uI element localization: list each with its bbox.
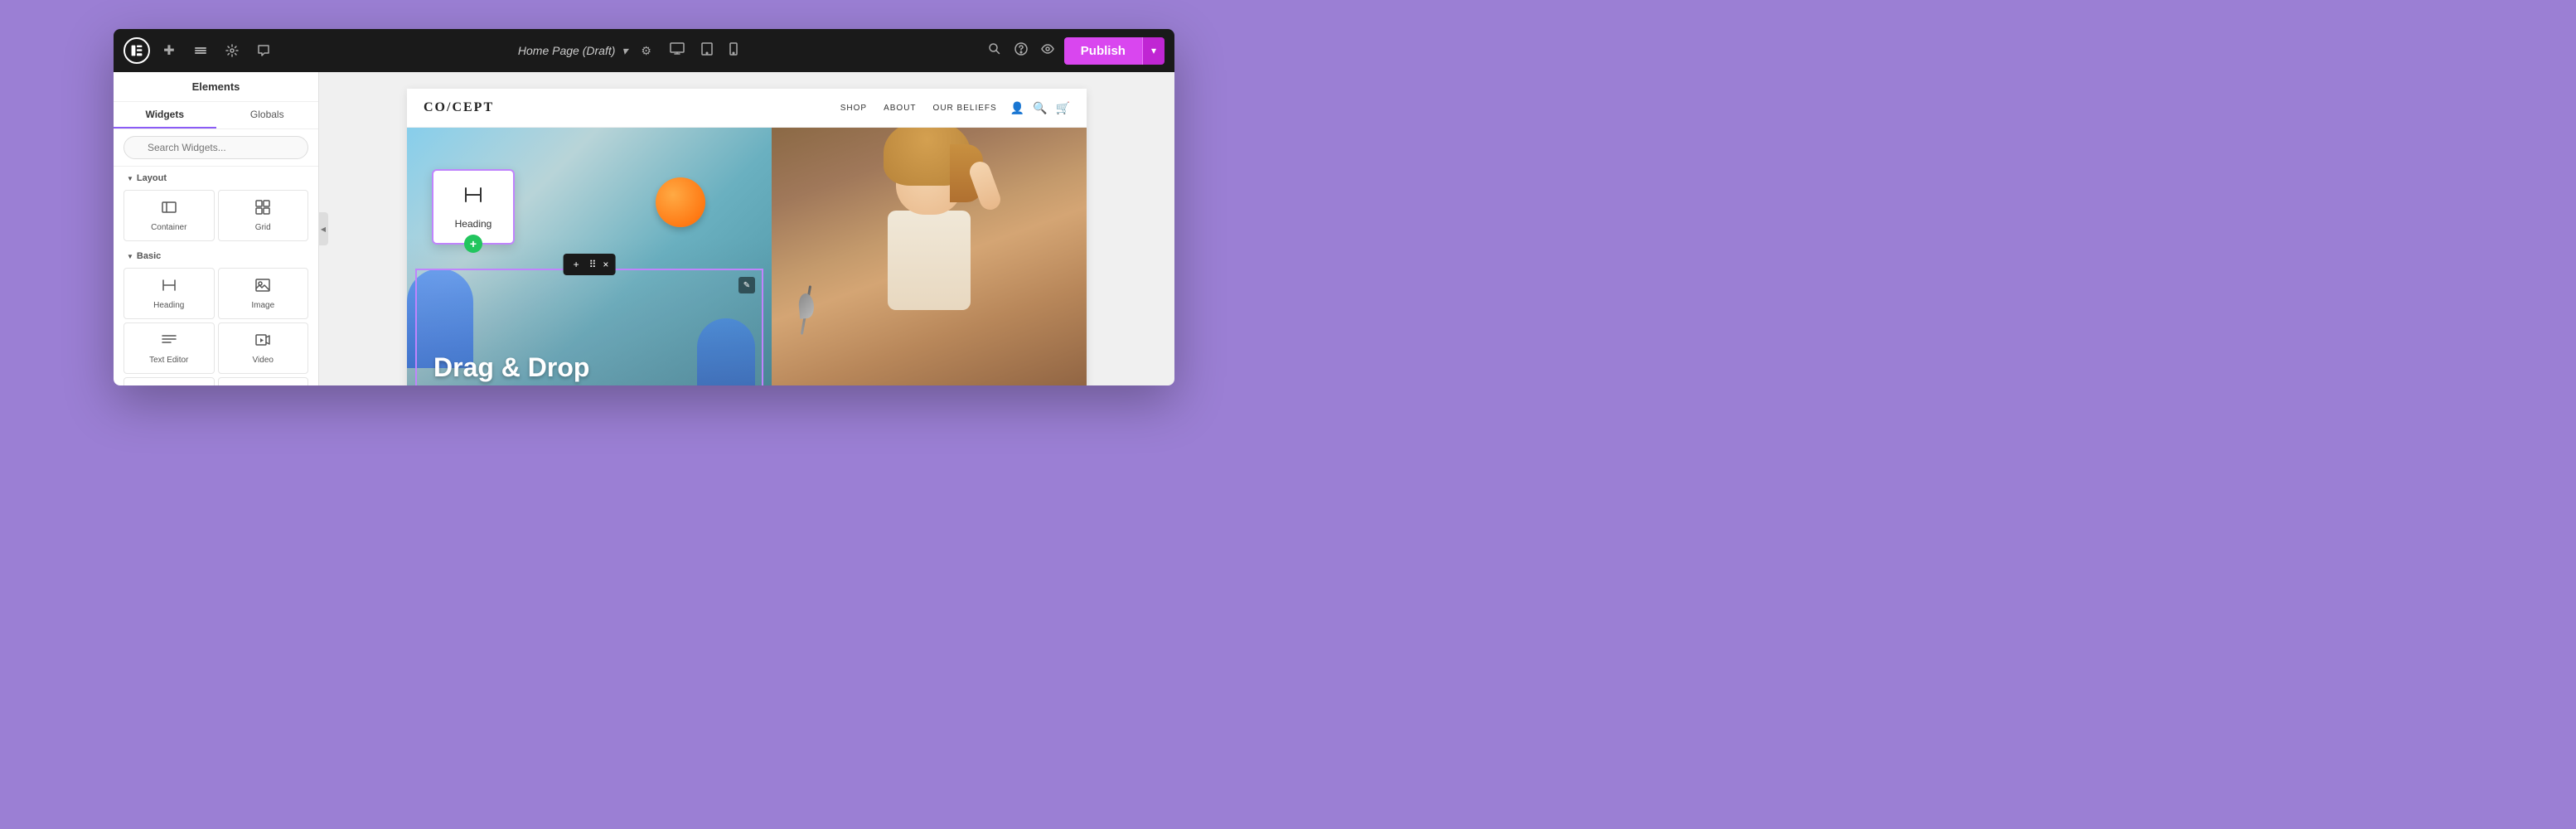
widget-text-editor[interactable]: Text Editor xyxy=(123,322,215,374)
heading-popup-label: Heading xyxy=(455,218,492,230)
help-button[interactable] xyxy=(1011,39,1031,63)
site-logo: CO/CEPT xyxy=(424,100,494,115)
panel-toggle-button[interactable]: ◀ xyxy=(319,212,328,245)
main-area: Elements Widgets Globals 🔍 ▼ Layout xyxy=(114,72,1174,385)
container-label: Container xyxy=(151,223,186,232)
woman-figure xyxy=(863,136,995,368)
site-content: Heading + + ⠿ × Drag & Drop ✎ xyxy=(407,128,1087,385)
heading-widget-icon xyxy=(161,277,177,298)
layout-section-header: ▼ Layout xyxy=(114,167,318,187)
cart-icon[interactable]: 🛒 xyxy=(1056,101,1070,115)
search-input[interactable] xyxy=(123,136,308,159)
search-button[interactable] xyxy=(985,39,1005,63)
panel-header: Elements xyxy=(114,72,318,102)
widget-grid-item[interactable]: Grid xyxy=(218,190,309,241)
publish-dropdown-button[interactable]: ▾ xyxy=(1142,37,1165,65)
layout-widget-grid: Container Grid xyxy=(114,187,318,245)
page-canvas: CO/CEPT SHOP ABOUT OUR BELIEFS 👤 🔍 🛒 xyxy=(407,89,1087,385)
heading-popup-add-button[interactable]: + xyxy=(464,235,482,253)
section-drag-handle[interactable]: ⠿ xyxy=(586,257,600,272)
user-icon[interactable]: 👤 xyxy=(1010,101,1024,115)
container-icon xyxy=(161,199,177,220)
heading-widget-label: Heading xyxy=(153,301,184,310)
widget-container[interactable]: Container xyxy=(123,190,215,241)
elementor-logo[interactable] xyxy=(123,37,150,64)
canvas-area: ◀ CO/CEPT SHOP ABOUT OUR BELIEFS 👤 🔍 🛒 xyxy=(319,72,1174,385)
toolbar-right: Publish ▾ xyxy=(985,37,1165,65)
content-right xyxy=(772,128,1087,385)
site-nav-links: SHOP ABOUT OUR BELIEFS xyxy=(840,104,997,113)
woman-body xyxy=(888,211,971,310)
tablet-view-button[interactable] xyxy=(696,39,718,63)
content-left: Heading + + ⠿ × Drag & Drop ✎ xyxy=(407,128,772,385)
mobile-view-button[interactable] xyxy=(724,39,743,63)
text-editor-widget-label: Text Editor xyxy=(149,356,188,365)
cart-search-icon[interactable]: 🔍 xyxy=(1033,101,1047,115)
drag-drop-edit-button[interactable]: ✎ xyxy=(738,277,755,293)
nav-about[interactable]: ABOUT xyxy=(884,104,916,113)
image-widget-icon xyxy=(254,277,271,298)
toolbar-left: ✚ xyxy=(123,37,276,64)
text-editor-widget-icon xyxy=(161,332,177,352)
widget-image[interactable]: Image xyxy=(218,268,309,319)
preview-button[interactable] xyxy=(1038,39,1058,63)
widget-divider[interactable]: Divider xyxy=(218,377,309,385)
toolbar-center: Home Page (Draft) ▾ ⚙ xyxy=(276,39,985,63)
widget-button[interactable]: Button xyxy=(123,377,215,385)
section-close-button[interactable]: × xyxy=(603,259,608,270)
grid-label: Grid xyxy=(255,223,271,232)
woman-photo-background xyxy=(772,128,1087,385)
grid-icon xyxy=(254,199,271,220)
top-toolbar: ✚ Home Page xyxy=(114,29,1174,72)
orange-fruit xyxy=(656,177,705,227)
site-nav-icons: 👤 🔍 🛒 xyxy=(1010,101,1070,115)
basic-section-header: ▼ Basic xyxy=(114,245,318,264)
editor-container: ✚ Home Page xyxy=(114,29,1174,385)
left-panel: Elements Widgets Globals 🔍 ▼ Layout xyxy=(114,72,319,385)
basic-widget-grid: Heading Image xyxy=(114,264,318,385)
publish-button[interactable]: Publish xyxy=(1064,37,1142,65)
settings-panel-button[interactable] xyxy=(220,38,245,63)
panel-title: Elements xyxy=(127,80,305,93)
page-dropdown-arrow[interactable]: ▾ xyxy=(622,44,627,57)
viewport-icons xyxy=(665,39,743,63)
widget-heading[interactable]: Heading xyxy=(123,268,215,319)
heading-popup-icon xyxy=(462,184,484,211)
page-settings-icon[interactable]: ⚙ xyxy=(641,44,651,58)
widget-video[interactable]: Video xyxy=(218,322,309,374)
video-widget-icon xyxy=(254,332,271,352)
drag-drop-section[interactable]: + ⠿ × Drag & Drop ✎ xyxy=(415,269,763,385)
tab-globals[interactable]: Globals xyxy=(216,102,319,128)
heading-widget-popup: Heading + xyxy=(432,169,515,245)
panel-tabs: Widgets Globals xyxy=(114,102,318,129)
tab-widgets[interactable]: Widgets xyxy=(114,102,216,128)
woman-face xyxy=(896,136,962,215)
add-element-button[interactable]: ✚ xyxy=(157,38,182,63)
layers-button[interactable] xyxy=(188,38,213,63)
feather-decoration xyxy=(801,285,811,335)
drag-drop-text: Drag & Drop xyxy=(433,352,589,383)
image-widget-label: Image xyxy=(251,301,274,310)
nav-beliefs[interactable]: OUR BELIEFS xyxy=(933,104,997,113)
section-add-button[interactable]: + xyxy=(570,257,583,272)
site-nav: CO/CEPT SHOP ABOUT OUR BELIEFS 👤 🔍 🛒 xyxy=(407,89,1087,128)
comments-button[interactable] xyxy=(251,38,276,63)
basic-arrow-icon: ▼ xyxy=(127,253,133,260)
layout-arrow-icon: ▼ xyxy=(127,175,133,182)
desktop-view-button[interactable] xyxy=(665,39,690,63)
page-title: Home Page (Draft) ▾ xyxy=(518,44,627,58)
video-widget-label: Video xyxy=(253,356,274,365)
section-toolbar: + ⠿ × xyxy=(564,254,616,275)
publish-group: Publish ▾ xyxy=(1064,37,1165,65)
nav-shop[interactable]: SHOP xyxy=(840,104,867,113)
search-container: 🔍 xyxy=(114,129,318,167)
